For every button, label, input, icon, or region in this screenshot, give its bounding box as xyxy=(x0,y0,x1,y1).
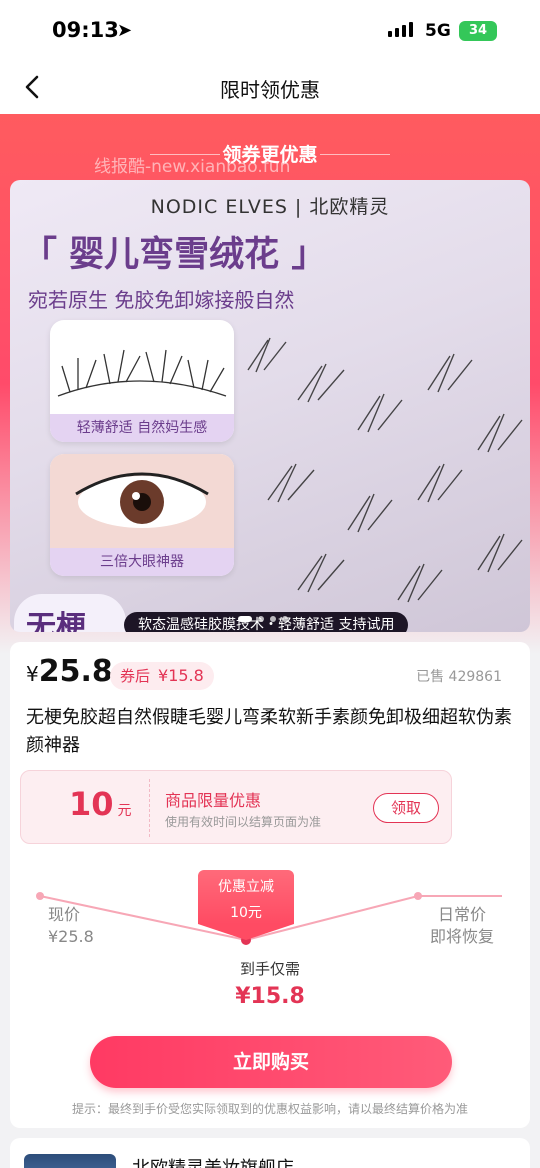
coupon-card: 10 元 商品限量优惠 使用有效时间以结算页面为准 领取 xyxy=(20,770,452,844)
network-type: 5G xyxy=(425,21,451,41)
after-coupon-badge: 券后 ¥15.8 xyxy=(110,662,214,690)
regular-note: 即将恢复 xyxy=(430,927,495,946)
thumb-caption: 轻薄舒适 自然妈生感 xyxy=(50,414,234,442)
store-card[interactable]: 北欧精灵美妆旗舰店 xyxy=(10,1138,530,1168)
feature-pill: 软态温感硅胶膜技术・轻薄舒适 支持试用 xyxy=(124,612,409,632)
current-price: ¥25.8 xyxy=(26,654,113,689)
regular-label: 日常价 xyxy=(438,905,487,924)
current-value: ¥25.8 xyxy=(48,927,94,946)
after-coupon-price: ¥15.8 xyxy=(158,666,204,685)
discount-amount: 10元 xyxy=(230,905,262,921)
lash-strip-icon xyxy=(57,349,227,397)
store-logo xyxy=(24,1154,116,1168)
eye-thumbnail: 三倍大眼神器 xyxy=(50,454,234,576)
image-badge: 无梗 xyxy=(14,594,126,632)
final-price-label: 到手仅需 xyxy=(239,960,300,978)
store-name: 北欧精灵美妆旗舰店 xyxy=(132,1154,294,1168)
status-time: 09:13 xyxy=(52,18,119,42)
thumb-caption: 三倍大眼神器 xyxy=(50,548,234,576)
price-flow: 优惠立减 10元 现价 ¥25.8 日常价 即将恢复 到手仅需 ¥15.8 xyxy=(10,862,530,1042)
ribbon-divider xyxy=(320,154,390,155)
product-info-card: ¥25.8 券后 ¥15.8 已售 429861 无梗免胶超自然假睫毛婴儿弯柔软新… xyxy=(10,642,530,1128)
page-title: 限时领优惠 xyxy=(220,78,320,102)
status-bar: 09:13 ➤ 5G 34 xyxy=(0,0,540,62)
discount-label: 优惠立减 xyxy=(218,879,274,895)
price-symbol: ¥ xyxy=(26,662,39,686)
nav-bar: 限时领优惠 xyxy=(0,62,540,114)
final-price: ¥15.8 xyxy=(235,984,305,1009)
coupon-amount: 10 元 xyxy=(69,785,132,823)
price-tip: 提示：最终到手价受您实际领取到的优惠权益影响，请以最终结算价格为准 xyxy=(71,1102,468,1116)
eye-icon xyxy=(50,454,234,548)
battery-icon: 34 xyxy=(459,21,497,41)
current-label: 现价 xyxy=(48,905,81,924)
coupon-divider xyxy=(149,779,150,837)
regular-price-label: 日常价 即将恢复 xyxy=(430,904,494,948)
product-image[interactable]: NODIC ELVES | 北欧精灵 「 婴儿弯雪绒花 」 宛若原生 免胶免卸嫁… xyxy=(10,180,530,632)
product-title: 无梗免胶超自然假睫毛婴儿弯柔软新手素颜免卸极细超软伪素颜神器 xyxy=(26,707,512,756)
brand-name: NODIC ELVES | 北欧精灵 xyxy=(150,196,390,218)
image-subheadline: 宛若原生 免胶免卸嫁接般自然 xyxy=(28,288,295,312)
watermark: 线报酷-new.xianbao.fun xyxy=(94,157,291,177)
lash-thumbnail: 轻薄舒适 自然妈生感 xyxy=(50,320,234,442)
claim-coupon-button[interactable]: 领取 xyxy=(373,793,439,823)
current-price-label: 现价 ¥25.8 xyxy=(48,904,94,948)
discount-bubble: 优惠立减 10元 xyxy=(198,870,294,924)
coupon-amount-value: 10 xyxy=(69,785,114,823)
after-coupon-label: 券后 xyxy=(120,667,151,685)
sold-count: 已售 429861 xyxy=(416,669,502,685)
price-value: 25.8 xyxy=(38,654,113,689)
coupon-subtitle: 使用有效时间以结算页面为准 xyxy=(165,815,322,829)
carousel-indicator xyxy=(238,616,288,622)
lashes-illustration xyxy=(247,337,523,603)
buy-now-button[interactable]: 立即购买 xyxy=(90,1036,452,1088)
coupon-title: 商品限量优惠 xyxy=(165,791,262,810)
location-arrow-icon: ➤ xyxy=(117,20,133,41)
signal-icon xyxy=(388,22,413,37)
image-headline: 「 婴儿弯雪绒花 」 xyxy=(22,235,327,275)
coupon-amount-unit: 元 xyxy=(117,803,132,819)
